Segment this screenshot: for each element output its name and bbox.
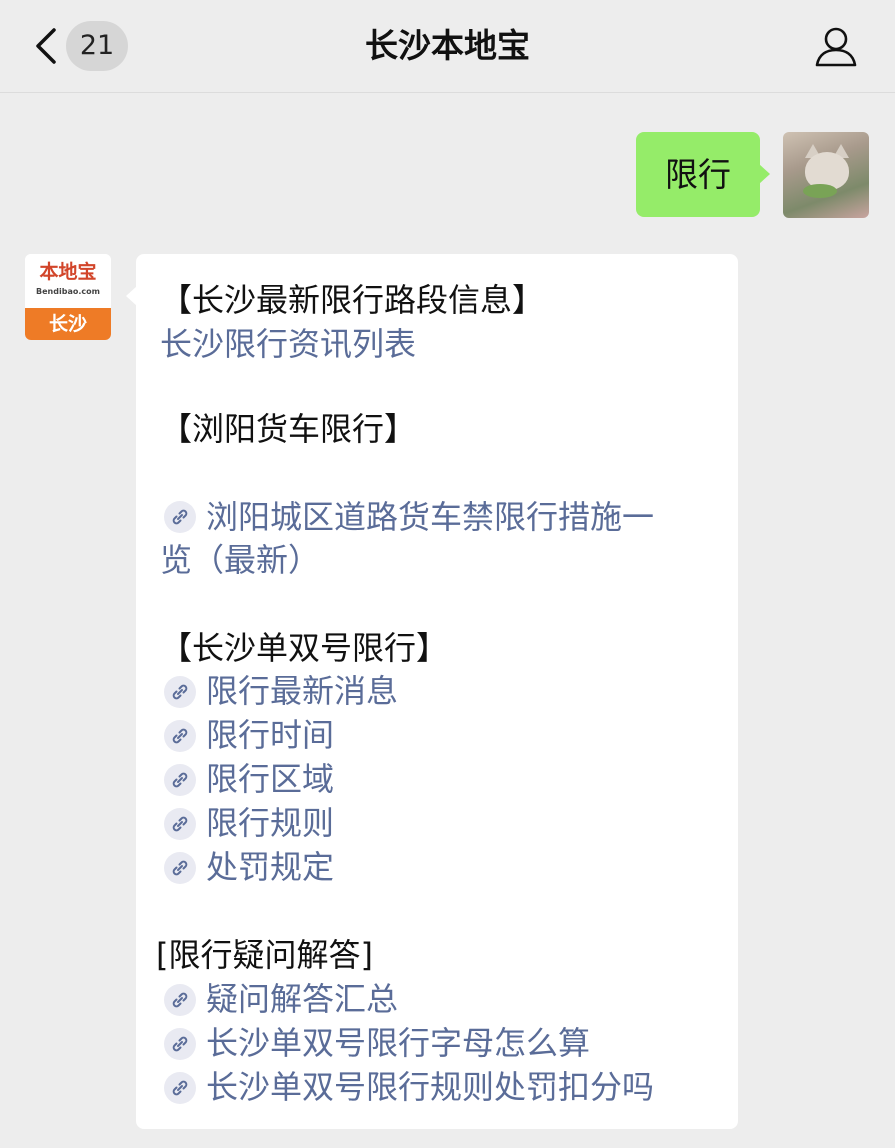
section-heading: 【浏阳货车限行】 (160, 410, 417, 448)
section-heading: 【长沙最新限行路段信息】 (160, 281, 545, 319)
section-heading: [限行疑问解答] (156, 936, 373, 974)
link-icon (164, 808, 196, 840)
link-restriction-news-list[interactable]: 长沙限行资讯列表 (160, 322, 730, 366)
link-icon (164, 1072, 196, 1104)
back-icon[interactable] (32, 26, 62, 66)
incoming-message-bubble: 【长沙最新限行路段信息】 长沙限行资讯列表 【浏阳货车限行】 浏阳城区道路货车禁… (126, 254, 738, 1129)
link-restriction-rules[interactable]: 限行规则 (206, 801, 334, 845)
logo-name: 本地宝 (39, 261, 97, 283)
logo-city: 长沙 (25, 308, 111, 340)
link-icon (164, 501, 196, 533)
user-avatar[interactable] (783, 132, 869, 218)
link-plate-letter-calculation[interactable]: 长沙单双号限行字母怎么算 (206, 1021, 590, 1065)
link-liuyang-truck-restriction[interactable]: 浏阳城区道路货车禁限行措施一 (206, 495, 654, 539)
logo-domain: Bendibao.com (36, 287, 100, 296)
chat-title: 长沙本地宝 (365, 26, 530, 65)
section-heading: 【长沙单双号限行】 (160, 629, 449, 667)
official-account-avatar[interactable]: 本地宝 Bendibao.com 长沙 (25, 254, 111, 340)
link-icon (164, 852, 196, 884)
link-icon (164, 764, 196, 796)
link-icon (164, 984, 196, 1016)
link-restriction-time[interactable]: 限行时间 (206, 713, 334, 757)
person-icon[interactable] (814, 26, 858, 68)
nav-bar: 长沙本地宝 21 (0, 0, 895, 93)
link-icon (164, 1028, 196, 1060)
link-latest-news[interactable]: 限行最新消息 (206, 669, 398, 713)
link-icon (164, 720, 196, 752)
outgoing-message-bubble[interactable]: 限行 (636, 132, 770, 217)
link-icon (164, 676, 196, 708)
link-liuyang-truck-restriction-continued[interactable]: 览（最新） (160, 538, 730, 582)
link-restriction-area[interactable]: 限行区域 (206, 757, 334, 801)
link-penalty-points[interactable]: 长沙单双号限行规则处罚扣分吗 (206, 1065, 654, 1109)
unread-count-badge[interactable]: 21 (66, 21, 128, 71)
link-faq-summary[interactable]: 疑问解答汇总 (206, 977, 398, 1021)
link-penalty-rules[interactable]: 处罚规定 (206, 845, 334, 889)
